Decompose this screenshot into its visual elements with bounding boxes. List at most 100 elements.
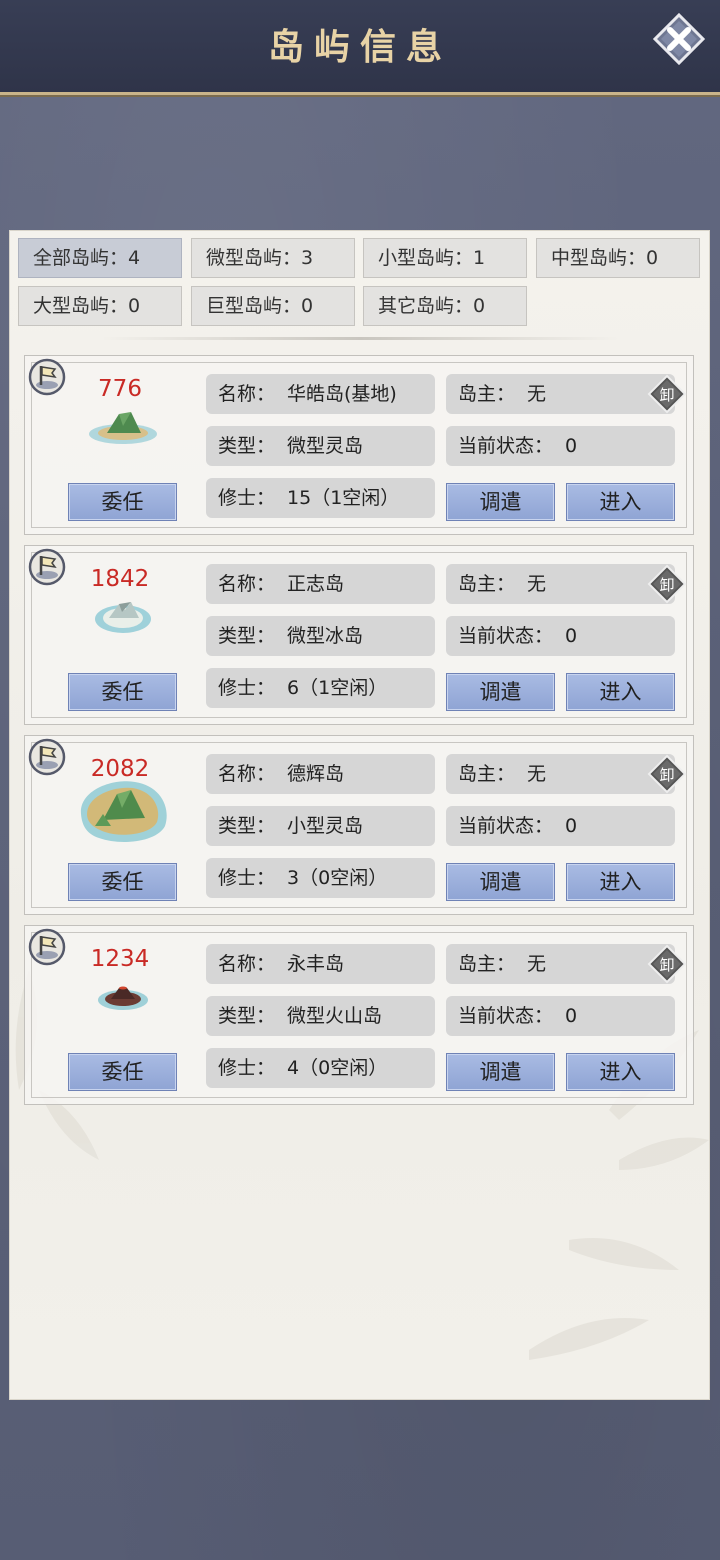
- island-type-field: 类型： 微型火山岛: [206, 996, 435, 1036]
- field-value: 无: [527, 383, 547, 405]
- dispatch-button[interactable]: 调遣: [446, 1053, 555, 1091]
- flag-icon[interactable]: [28, 928, 66, 966]
- island-small-volcano-image: [98, 986, 148, 1010]
- island-type-field: 类型： 微型冰岛: [206, 616, 435, 656]
- filter-label: 小型岛屿：: [378, 247, 474, 269]
- field-label: 修士：: [218, 867, 276, 889]
- island-type-field: 类型： 微型灵岛: [206, 426, 435, 466]
- dispatch-button[interactable]: 调遣: [446, 863, 555, 901]
- divider: [100, 337, 620, 340]
- field-value: 0: [565, 1005, 578, 1027]
- field-label: 名称：: [218, 763, 276, 785]
- unload-seal-icon[interactable]: 卸: [647, 944, 687, 984]
- filter-count: 0: [128, 295, 141, 317]
- field-value: 6（1空闲）: [287, 677, 388, 699]
- filter-label: 微型岛屿：: [206, 247, 302, 269]
- island-status-field: 当前状态： 0: [446, 426, 675, 466]
- filter-label: 巨型岛屿：: [206, 295, 302, 317]
- island-owner-field: 岛主： 无: [446, 754, 675, 794]
- seal-glyph: 卸: [659, 576, 674, 594]
- unload-seal-icon[interactable]: 卸: [647, 374, 687, 414]
- field-value: 微型火山岛: [287, 1005, 383, 1027]
- filter-tab-micro[interactable]: 微型岛屿：3: [191, 238, 355, 278]
- island-cultivators-field: 修士： 4（0空闲）: [206, 1048, 435, 1088]
- seal-glyph: 卸: [659, 956, 674, 974]
- filter-tab-all[interactable]: 全部岛屿：4: [18, 238, 182, 278]
- island-cultivators-field: 修士： 3（0空闲）: [206, 858, 435, 898]
- filter-label: 全部岛屿：: [33, 247, 129, 269]
- field-label: 岛主：: [458, 763, 516, 785]
- close-icon[interactable]: [653, 13, 705, 65]
- flag-icon[interactable]: [28, 738, 66, 776]
- island-power: 2082: [90, 756, 150, 782]
- filter-count: 0: [473, 295, 486, 317]
- field-label: 岛主：: [458, 383, 516, 405]
- dispatch-button[interactable]: 调遣: [446, 483, 555, 521]
- unload-seal-icon[interactable]: 卸: [647, 754, 687, 794]
- island-type-field: 类型： 小型灵岛: [206, 806, 435, 846]
- field-label: 名称：: [218, 573, 276, 595]
- dispatch-button[interactable]: 调遣: [446, 673, 555, 711]
- island-owner-field: 岛主： 无: [446, 944, 675, 984]
- field-label: 当前状态：: [458, 625, 554, 647]
- enter-button[interactable]: 进入: [566, 483, 675, 521]
- filter-tab-medium[interactable]: 中型岛屿：0: [536, 238, 700, 278]
- filter-count: 4: [128, 247, 141, 269]
- island-name-field: 名称： 德辉岛: [206, 754, 435, 794]
- island-owner-field: 岛主： 无: [446, 374, 675, 414]
- appoint-button[interactable]: 委任: [68, 863, 177, 901]
- field-value: 0: [565, 625, 578, 647]
- filter-tab-small[interactable]: 小型岛屿：1: [363, 238, 527, 278]
- island-card: 1842 名称： 正志岛 岛主： 无 卸 类型： 微型冰岛 当前状态： 0 修士： 6（1…: [24, 545, 694, 725]
- field-value: 德辉岛: [287, 763, 345, 785]
- filter-count: 0: [301, 295, 314, 317]
- filter-tab-large[interactable]: 大型岛屿：0: [18, 286, 182, 326]
- island-power: 1842: [90, 566, 150, 592]
- island-power: 1234: [90, 946, 150, 972]
- island-name-field: 名称： 正志岛: [206, 564, 435, 604]
- field-label: 岛主：: [458, 573, 516, 595]
- field-value: 小型灵岛: [287, 815, 364, 837]
- field-value: 华皓岛(基地): [287, 383, 397, 405]
- field-value: 3（0空闲）: [287, 867, 388, 889]
- island-status-field: 当前状态： 0: [446, 996, 675, 1036]
- filter-tab-other[interactable]: 其它岛屿：0: [363, 286, 527, 326]
- field-label: 当前状态：: [458, 1005, 554, 1027]
- island-card: 1234 名称： 永丰岛 岛主： 无 卸 类型： 微型火山岛 当前状态： 0 修士： 4（…: [24, 925, 694, 1105]
- filter-count: 0: [646, 247, 659, 269]
- field-value: 15（1空闲）: [287, 487, 400, 509]
- field-label: 类型：: [218, 435, 276, 457]
- field-value: 微型灵岛: [287, 435, 364, 457]
- filter-tab-huge[interactable]: 巨型岛屿：0: [191, 286, 355, 326]
- field-value: 0: [565, 435, 578, 457]
- unload-seal-icon[interactable]: 卸: [647, 564, 687, 604]
- island-cultivators-field: 修士： 6（1空闲）: [206, 668, 435, 708]
- page-title: 岛屿信息: [267, 26, 452, 68]
- island-owner-field: 岛主： 无: [446, 564, 675, 604]
- enter-button[interactable]: 进入: [566, 673, 675, 711]
- enter-button[interactable]: 进入: [566, 863, 675, 901]
- enter-button[interactable]: 进入: [566, 1053, 675, 1091]
- field-value: 永丰岛: [287, 953, 345, 975]
- appoint-button[interactable]: 委任: [68, 483, 177, 521]
- island-small-ice-image: [95, 602, 151, 633]
- field-label: 修士：: [218, 1057, 276, 1079]
- filter-label: 其它岛屿：: [378, 295, 474, 317]
- appoint-button[interactable]: 委任: [68, 1053, 177, 1091]
- field-label: 类型：: [218, 815, 276, 837]
- appoint-button[interactable]: 委任: [68, 673, 177, 711]
- filter-label: 中型岛屿：: [551, 247, 647, 269]
- header-bar: 岛屿信息: [0, 0, 720, 95]
- flag-icon[interactable]: [28, 358, 66, 396]
- field-label: 类型：: [218, 1005, 276, 1027]
- seal-glyph: 卸: [659, 386, 674, 404]
- island-card: 776 名称： 华皓岛(基地) 岛主： 无 卸 类型： 微型灵岛 当前状态： 0 修士：…: [24, 355, 694, 535]
- island-status-field: 当前状态： 0: [446, 616, 675, 656]
- island-status-field: 当前状态： 0: [446, 806, 675, 846]
- field-label: 岛主：: [458, 953, 516, 975]
- flag-icon[interactable]: [28, 548, 66, 586]
- field-label: 修士：: [218, 677, 276, 699]
- field-label: 当前状态：: [458, 815, 554, 837]
- island-cultivators-field: 修士： 15（1空闲）: [206, 478, 435, 518]
- field-value: 无: [527, 953, 547, 975]
